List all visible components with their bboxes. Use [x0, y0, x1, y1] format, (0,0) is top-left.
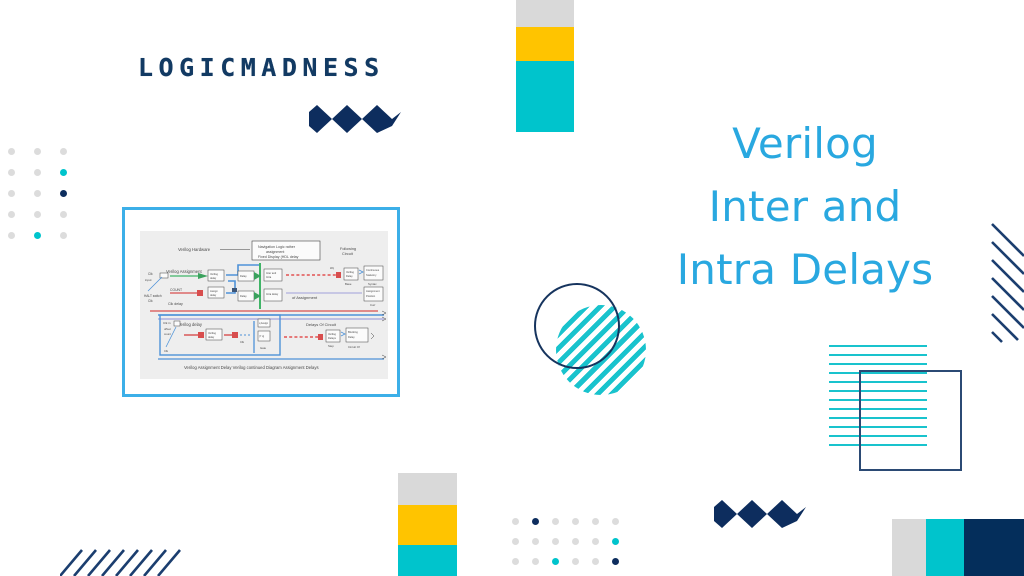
svg-text:Fixed Display (HDL delay: Fixed Display (HDL delay [258, 255, 299, 259]
dot-grid-bottom [512, 518, 632, 576]
svg-text:Delay: Delay [240, 274, 247, 278]
svg-text:of Assignment: of Assignment [292, 295, 318, 300]
svg-text:Delay: Delay [240, 294, 247, 298]
svg-text:Continuous: Continuous [366, 268, 380, 272]
bar-segment-gray [516, 0, 574, 27]
svg-text:assignment: assignment [266, 250, 284, 254]
svg-text:Delays Of Circuit: Delays Of Circuit [306, 322, 337, 327]
svg-text:q Assign: q Assign [259, 322, 269, 325]
bar-segment-gray [892, 519, 926, 576]
svg-text:Inter and: Inter and [266, 271, 277, 275]
svg-text:Gate: Gate [260, 346, 267, 350]
svg-text:Intra: Intra [266, 275, 272, 279]
bar-segment-cyan [926, 519, 964, 576]
overlapping-circles [534, 283, 646, 395]
bar-segment-gray [398, 473, 457, 505]
diagonal-hatch-bottom-left [59, 538, 185, 576]
svg-text:HALT switch: HALT switch [144, 294, 162, 298]
outline-square [859, 370, 962, 471]
svg-text:Delay: Delay [348, 335, 355, 339]
svg-text:offset: offset [164, 327, 171, 331]
svg-text:Delays: Delays [328, 336, 337, 340]
svg-text:Verilog Assignment: Verilog Assignment [166, 269, 202, 274]
svg-text:delay: delay [210, 276, 217, 280]
bar-segment-yellow [398, 505, 457, 545]
svg-text:Following: Following [340, 247, 356, 251]
bar-segment-cyan [516, 61, 574, 132]
svg-text:Clk: Clk [148, 272, 153, 276]
lines-and-square [829, 345, 962, 471]
svg-text:Assign: Assign [210, 289, 218, 293]
svg-text:Verilog Assignment Delay Veril: Verilog Assignment Delay Verilog continu… [184, 365, 319, 370]
svg-text:Navigation Logic rather: Navigation Logic rather [258, 245, 296, 249]
horizontal-color-bar [892, 519, 1024, 576]
svg-text:Circuit Of: Circuit Of [348, 345, 360, 349]
diagram-frame: Verilog Hardware Navigation Logic rather… [122, 207, 400, 397]
svg-text:Assignment: Assignment [366, 289, 380, 293]
svg-text:Clk in: Clk in [163, 321, 171, 325]
svg-text:count: count [164, 332, 171, 336]
vertical-color-bar-top [516, 0, 574, 132]
svg-text:input: input [145, 278, 152, 282]
bar-segment-navy [964, 519, 1024, 576]
dot-grid-left [8, 148, 86, 253]
zigzag-bottom-icon [714, 500, 806, 533]
svg-text:Circuit: Circuit [342, 252, 354, 256]
svg-text:Position: Position [366, 294, 376, 298]
diagonal-hatch-right [988, 218, 1024, 345]
svg-text:Verilog delay: Verilog delay [178, 322, 203, 327]
svg-text:delay: delay [210, 293, 217, 297]
svg-text:Verilog: Verilog [346, 270, 354, 274]
slide-canvas: LOGICMADNESS Verilog Inter and Intra Del… [0, 0, 1024, 576]
svg-text:Curr: Curr [370, 303, 376, 307]
svg-text:Syntax: Syntax [368, 282, 377, 286]
svg-text:Clk delay: Clk delay [168, 302, 183, 306]
svg-text:Verilog: Verilog [328, 332, 336, 336]
vertical-color-bar-bottom [398, 473, 457, 576]
bar-segment-cyan [398, 545, 457, 576]
svg-text:Blocking: Blocking [348, 330, 358, 334]
svg-text:Step: Step [328, 344, 334, 348]
svg-text:Verilog: Verilog [210, 272, 218, 276]
verilog-delay-diagram: Verilog Hardware Navigation Logic rather… [140, 231, 388, 379]
svg-text:delay: delay [208, 335, 215, 339]
brand-logo: LOGICMADNESS [138, 53, 385, 82]
svg-text:Base: Base [345, 282, 352, 286]
svg-text:Clk: Clk [164, 349, 169, 353]
svg-text:Delay: Delay [346, 274, 353, 278]
svg-text:Verilog Hardware: Verilog Hardware [178, 247, 211, 252]
svg-text:Intra delay: Intra delay [266, 292, 279, 296]
outline-circle [534, 283, 620, 369]
bar-segment-yellow [516, 27, 574, 61]
page-title: Verilog Inter and Intra Delays [676, 119, 934, 294]
zigzag-top-icon [309, 105, 401, 138]
svg-text:Clk: Clk [240, 340, 245, 344]
svg-text:Wq: Wq [330, 266, 334, 270]
svg-text:COUNT: COUNT [170, 288, 182, 292]
svg-text:Clk: Clk [148, 299, 153, 303]
svg-text:Verilog: Verilog [208, 331, 216, 335]
svg-text:(Y q): (Y q) [259, 335, 264, 338]
svg-text:Statutory: Statutory [366, 273, 377, 277]
